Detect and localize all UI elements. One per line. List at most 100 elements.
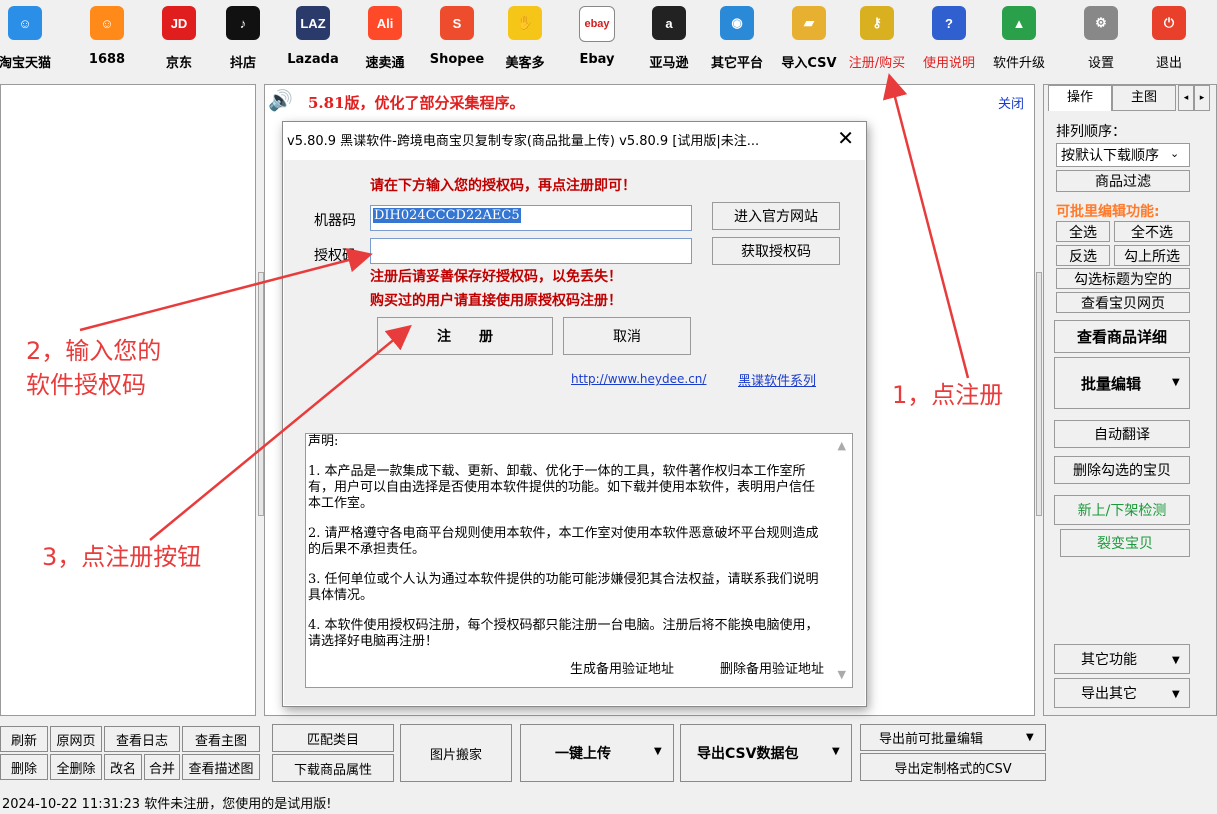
software-series-link[interactable]: 黑谍软件系列	[738, 370, 816, 389]
toolbar-button-12[interactable]: ⚷ 注册/购买	[848, 4, 906, 74]
refresh-button[interactable]: 刷新	[0, 726, 48, 752]
register-dialog: v5.80.9 黑谍软件-跨境电商宝贝复制专家(商品批量上传) v5.80.9 …	[282, 121, 867, 707]
annotation-step-1: 1，点注册	[892, 381, 1004, 409]
one-key-upload-label: 一键上传	[555, 746, 611, 762]
toolbar-button-14[interactable]: ▲ 软件升级	[990, 4, 1048, 74]
chevron-down-icon: ⌄	[1170, 147, 1180, 160]
right-splitter[interactable]	[1036, 272, 1042, 516]
other-functions-label: 其它功能	[1081, 652, 1137, 668]
view-product-detail-button[interactable]: 查看商品详细	[1054, 320, 1190, 353]
auth-code-input[interactable]	[370, 238, 692, 264]
one-key-upload-button[interactable]: 一键上传	[520, 724, 674, 782]
check-empty-title-button[interactable]: 勾选标题为空的	[1056, 268, 1190, 289]
declaration-item-4: 4. 本软件使用授权码注册，每个授权码都只能注册一台电脑。注册后将不能换电脑使用…	[308, 618, 819, 649]
match-category-button[interactable]: 匹配类目	[272, 724, 394, 752]
machine-code-field[interactable]: DIH024CCCD22AEC5	[370, 205, 692, 231]
toolbar-button-7[interactable]: ✋ 美客多	[496, 4, 554, 74]
website-link[interactable]: http://www.heydee.cn/	[571, 372, 706, 386]
toolbar-button-16[interactable]: ⏻ 退出	[1140, 4, 1198, 74]
jd-icon: JD	[162, 6, 196, 40]
delete-backup-url-button[interactable]: 删除备用验证地址	[720, 658, 824, 677]
batch-edit-title: 可批里编辑功能:	[1056, 204, 1160, 220]
export-other-label: 导出其它	[1081, 686, 1137, 702]
register-button[interactable]: 注 册	[377, 317, 553, 355]
toolbar-button-4[interactable]: LAZ Lazada	[284, 4, 342, 74]
image-move-button[interactable]: 图片搬家	[400, 724, 512, 782]
delete-button[interactable]: 删除	[0, 754, 48, 780]
batch-edit-button[interactable]: 批量编辑	[1054, 357, 1190, 409]
export-custom-csv-button[interactable]: 导出定制格式的CSV	[860, 753, 1046, 781]
scroll-down-icon[interactable]: ▼	[838, 667, 846, 683]
download-attributes-button[interactable]: 下载商品属性	[272, 754, 394, 782]
delete-checked-button[interactable]: 删除勾选的宝贝	[1054, 456, 1190, 484]
shopee-icon: S	[440, 6, 474, 40]
auth-code-label: 授权码	[314, 248, 356, 264]
declaration-text[interactable]: 声明: 1. 本产品是一款集成下载、更新、卸载、优化于一体的工具，软件著作权归本…	[305, 433, 853, 688]
delete-all-button[interactable]: 全删除	[50, 754, 102, 780]
generate-backup-url-button[interactable]: 生成备用验证地址	[570, 658, 674, 677]
batch-edit-label: 批量编辑	[1081, 374, 1142, 393]
reuse-code-warning: 购买过的用户请直接使用原授权码注册！	[370, 293, 622, 309]
toolbar-button-8[interactable]: ebay Ebay	[568, 4, 626, 74]
status-text: 2024-10-22 11:31:23 软件未注册，您使用的是试用版!	[2, 797, 332, 812]
tab-scroll-left[interactable]: ◂	[1178, 85, 1194, 111]
caret-down-icon: ▼	[1026, 732, 1034, 743]
invert-selection-button[interactable]: 反选	[1056, 245, 1110, 266]
tab-operations[interactable]: 操作	[1048, 85, 1112, 111]
help-icon: ?	[932, 6, 966, 40]
view-product-page-button[interactable]: 查看宝贝网页	[1056, 292, 1190, 313]
machine-code-value: DIH024CCCD22AEC5	[373, 208, 521, 223]
caret-down-icon: ▼	[1172, 377, 1180, 388]
amazon-icon: a	[652, 6, 686, 40]
view-log-button[interactable]: 查看日志	[104, 726, 180, 752]
fission-button[interactable]: 裂变宝贝	[1060, 529, 1190, 557]
product-filter-button[interactable]: 商品过滤	[1056, 170, 1190, 192]
tab-scroll-right[interactable]: ▸	[1194, 85, 1210, 111]
export-before-edit-button[interactable]: 导出前可批量编辑	[860, 724, 1046, 751]
folder-icon: ▰	[792, 6, 826, 40]
taobao-icon: ☺	[8, 6, 42, 40]
toolbar-label: 退出	[1155, 56, 1182, 71]
other-functions-button[interactable]: 其它功能	[1054, 644, 1190, 674]
notice-text: 5.81版，优化了部分采集程序。	[308, 94, 525, 112]
ebay-icon: ebay	[579, 6, 615, 42]
register-prompt: 请在下方输入您的授权码，再点注册即可！	[370, 178, 636, 194]
toolbar-button-10[interactable]: ◉ 其它平台	[708, 4, 766, 74]
machine-code-label: 机器码	[314, 213, 356, 229]
rename-button[interactable]: 改名	[104, 754, 142, 780]
sort-value: 按默认下载顺序	[1061, 148, 1159, 164]
get-auth-code-button[interactable]: 获取授权码	[712, 237, 840, 265]
view-main-image-button[interactable]: 查看主图	[182, 726, 260, 752]
check-selected-button[interactable]: 勾上所选	[1114, 245, 1190, 266]
tab-main-image[interactable]: 主图	[1112, 85, 1176, 111]
toolbar-button-1[interactable]: ☺ 1688	[78, 4, 136, 74]
dialog-body: 请在下方输入您的授权码，再点注册即可！ 机器码 DIH024CCCD22AEC5…	[284, 160, 865, 705]
close-icon[interactable]: ✕	[837, 126, 854, 150]
declaration-item-3: 3. 任何单位或个人认为通过本软件提供的功能可能涉嫌侵犯其合法权益，请联系我们说…	[308, 572, 819, 603]
dialog-title: v5.80.9 黑谍软件-跨境电商宝贝复制专家(商品批量上传) v5.80.9 …	[287, 134, 760, 149]
toolbar-button-5[interactable]: Ali 速卖通	[356, 4, 414, 74]
visit-official-site-button[interactable]: 进入官方网站	[712, 202, 840, 230]
export-csv-button[interactable]: 导出CSV数据包	[680, 724, 852, 782]
select-all-button[interactable]: 全选	[1056, 221, 1110, 242]
1688-icon: ☺	[90, 6, 124, 40]
original-page-button[interactable]: 原网页	[50, 726, 102, 752]
caret-down-icon: ▼	[1172, 655, 1180, 666]
toolbar-button-0[interactable]: ☺ 淘宝天猫	[0, 4, 54, 74]
merge-button[interactable]: 合并	[144, 754, 180, 780]
cancel-button[interactable]: 取消	[563, 317, 691, 355]
view-desc-image-button[interactable]: 查看描述图	[182, 754, 260, 780]
declaration-heading: 声明:	[308, 434, 339, 449]
aliexpress-icon: Ali	[368, 6, 402, 40]
douyin-icon: ♪	[226, 6, 260, 40]
close-notice-link[interactable]: 关闭	[998, 93, 1024, 112]
annotation-step-2-line1: 2，输入您的	[26, 337, 162, 365]
auto-translate-button[interactable]: 自动翻译	[1054, 420, 1190, 448]
status-bar: 2024-10-22 11:31:23 软件未注册，您使用的是试用版!	[0, 790, 1217, 814]
scroll-up-icon[interactable]: ▲	[838, 438, 846, 454]
select-none-button[interactable]: 全不选	[1114, 221, 1190, 242]
export-other-button[interactable]: 导出其它	[1054, 678, 1190, 708]
shelf-check-button[interactable]: 新上/下架检测	[1054, 495, 1190, 525]
export-before-edit-label: 导出前可批量编辑	[879, 732, 984, 747]
mercadolibre-icon: ✋	[508, 6, 542, 40]
